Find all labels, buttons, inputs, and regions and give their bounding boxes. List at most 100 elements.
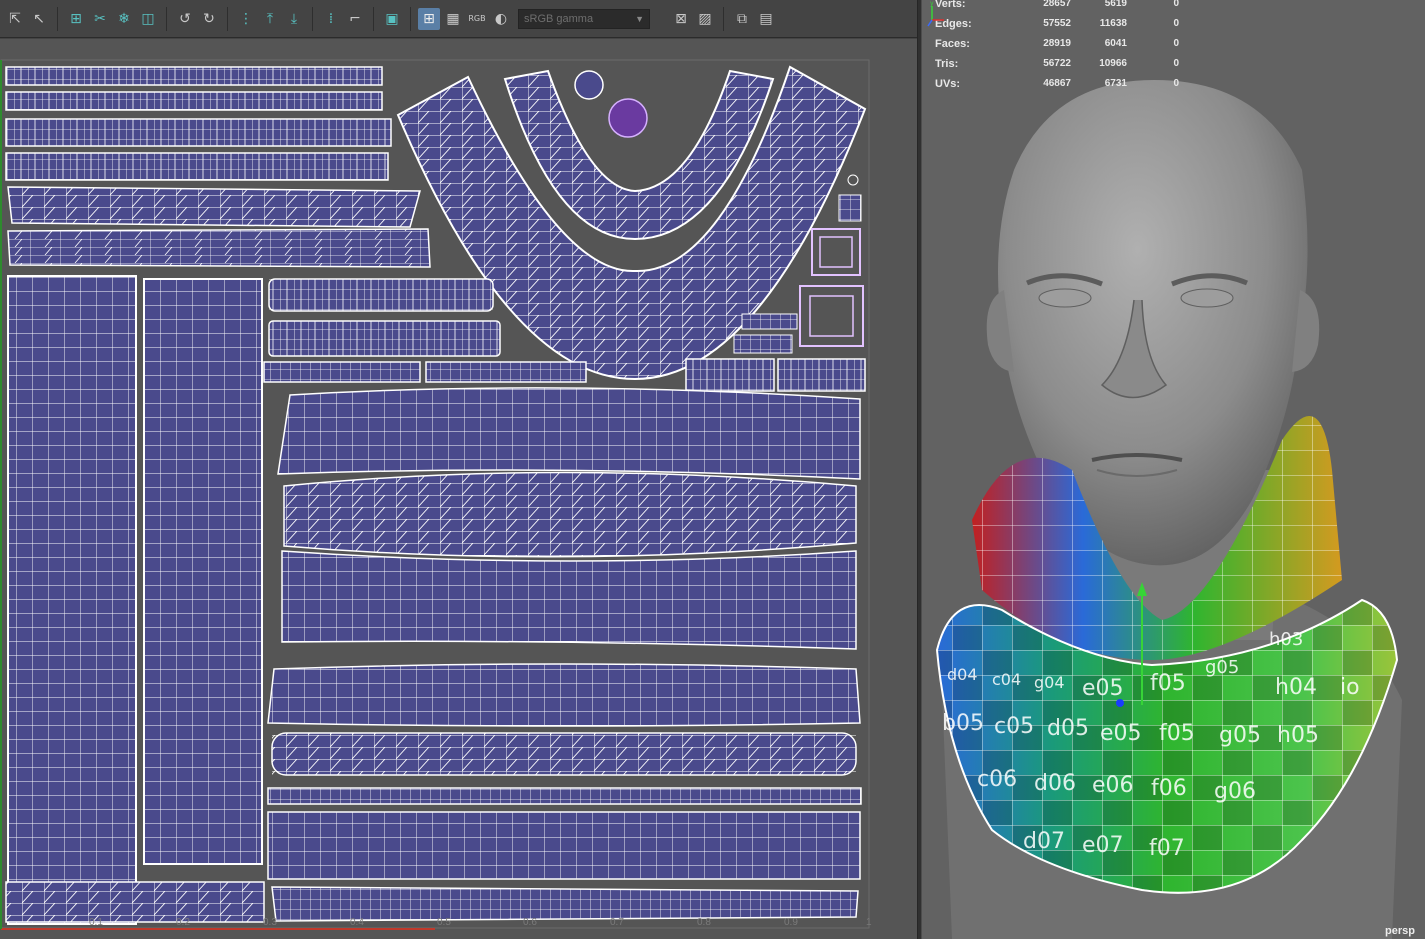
u-tick-label: 0.3 [263,917,277,928]
hud-value: 11638 [1099,18,1127,29]
checker-icon[interactable]: ▦ [442,8,464,30]
hud-row-faces: Faces: 28919 6041 0 [935,38,1185,52]
hud-row-tris: Tris: 56722 10966 0 [935,58,1185,72]
u-tick-label: 1 [866,917,872,928]
hud-value: 28657 [1043,0,1071,9]
hud-value: 56722 [1043,58,1071,69]
checker-label: h03 [1269,629,1303,650]
hud-value: 46867 [1043,78,1071,89]
uv-layout-drawing [0,59,870,930]
color-wheel-icon[interactable]: ◐ [490,8,512,30]
toolbar-separator [227,6,228,31]
checker-label: io [1340,675,1360,700]
freeze-icon[interactable]: ❄ [113,8,135,30]
checker-label: h04 [1275,675,1317,700]
cut-uv-icon[interactable]: ✂ [89,8,111,30]
checker-label: g06 [1214,779,1256,804]
toolbar-separator [373,6,374,31]
wireframe-icon[interactable]: ⊞ [418,7,440,30]
checker-label: d06 [1034,771,1076,796]
checker-label: c05 [994,714,1034,739]
move-down-icon[interactable]: ⤓ [283,8,305,30]
export-icon[interactable]: ▤ [755,8,777,30]
hud-value: 28919 [1043,38,1071,49]
image-icon[interactable]: ▨ [694,8,716,30]
uv-shell-left-columns [5,275,265,925]
hud-value: 6041 [1104,38,1127,49]
checker-label: g04 [1034,673,1065,692]
camera-label: persp [1385,925,1415,937]
toolbar-separator [723,6,724,31]
perspective-viewport[interactable]: e05 f05 g05 h03 h04 io b05 c05 d05 e05 f… [922,0,1425,939]
checker-label: d07 [1023,829,1065,854]
u-tick-label: 0.4 [350,917,364,928]
hud-row-uvs: UVs: 46867 6731 0 [935,78,1185,92]
hud-value: 0 [1173,18,1179,29]
exposure-icon[interactable]: ⊠ [670,8,692,30]
rotate-ccw-icon[interactable]: ↺ [174,8,196,30]
toolbar-separator [410,6,411,31]
hud-label: UVs: [935,78,961,90]
checker-label: c04 [992,670,1021,689]
checker-label: g05 [1205,657,1239,678]
select-tool-icon[interactable]: ⇱ [4,8,26,30]
checker-label: d05 [1047,716,1089,741]
color-management-value: sRGB gamma [524,12,594,25]
uv-shell-group-top-strips [5,66,431,268]
u-tick-label: 0.8 [697,917,711,928]
checker-label: f06 [1151,776,1187,801]
head-model-render: e05 f05 g05 h03 h04 io b05 c05 d05 e05 f… [935,80,1402,939]
u-tick-label: 0.5 [437,917,451,928]
hud-row-verts: Verts: 28657 5619 0 [935,0,1185,12]
hud-value: 10966 [1099,58,1127,69]
u-tick-label: 0.6 [523,917,537,928]
u-tick-label: 0.1 [89,917,103,928]
checker-label: e05 [1082,676,1124,701]
checker-label: h05 [1277,723,1319,748]
hud-value: 6731 [1104,78,1127,89]
snapshot-icon[interactable]: ⧉ [731,8,753,30]
toolbar-separator [312,6,313,31]
checker-label: g05 [1219,723,1261,748]
distribute-icon[interactable]: ⁞ [320,8,342,30]
rgb-channel-button[interactable]: RGB [466,8,488,30]
uv-toolbar: ⇱ ↖ ⊞ ✂ ❄ ◫ ↺ ↻ ⋮ ⤒ ⤓ ⁞ ⌐ ▣ ⊞ ▦ RGB ◐ sR… [0,0,917,38]
hud-value: 0 [1173,0,1179,9]
hud-label: Tris: [935,58,959,70]
checker-label: f05 [1150,671,1186,696]
hud-row-edges: Edges: 57552 11638 0 [935,18,1185,32]
hud-value: 57552 [1043,18,1071,29]
svg-text:y: y [930,0,934,7]
hud-value: 0 [1173,38,1179,49]
checker-label: f07 [1149,836,1185,861]
checker-label: f05 [1159,721,1195,746]
u-tick-label: 0.7 [610,917,624,928]
hud-label: Faces: [935,38,970,50]
checker-label: c06 [977,767,1017,792]
uv-editor-canvas[interactable]: 0.1 0.2 0.3 0.4 0.5 0.6 0.7 0.8 0.9 1 [0,39,917,939]
checker-label: d04 [947,665,978,684]
uv-shell-icon[interactable]: ◫ [137,8,159,30]
toolbar-separator [57,6,58,31]
hud-value: 0 [1173,58,1179,69]
texture-icon[interactable]: ▣ [381,8,403,30]
axis-gizmo-icon: y [927,0,944,27]
uv-editor-panel: ⇱ ↖ ⊞ ✂ ❄ ◫ ↺ ↻ ⋮ ⤒ ⤓ ⁞ ⌐ ▣ ⊞ ▦ RGB ◐ sR… [0,0,917,939]
checker-label: e05 [1100,721,1142,746]
checker-label: e07 [1082,833,1124,858]
move-up-icon[interactable]: ⤒ [259,8,281,30]
toolbar-separator [166,6,167,31]
color-management-select[interactable]: sRGB gamma ▼ [518,8,650,29]
checker-label: b05 [942,711,984,736]
uv-grid-icon[interactable]: ⊞ [65,8,87,30]
hud-value: 0 [1173,78,1179,89]
tweak-tool-icon[interactable]: ↖ [28,8,50,30]
stack-icon[interactable]: ⋮ [235,8,257,30]
u-tick-label: 0.9 [784,917,798,928]
checker-label: e06 [1092,773,1134,798]
layout-icon[interactable]: ⌐ [344,8,366,30]
chevron-down-icon: ▼ [635,13,644,24]
u-tick-label: 0.2 [176,917,190,928]
rotate-cw-icon[interactable]: ↻ [198,8,220,30]
hud-value: 5619 [1104,0,1127,9]
